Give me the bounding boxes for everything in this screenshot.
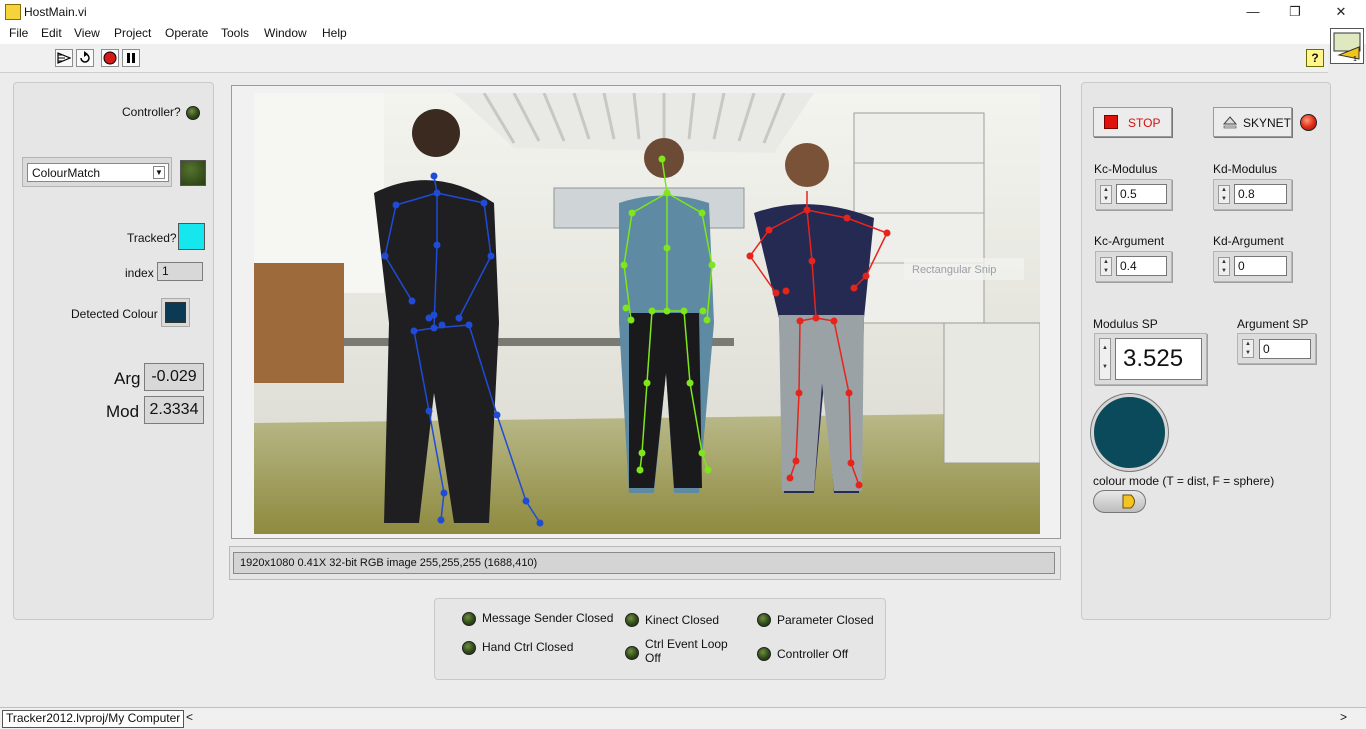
close-button[interactable]: ✕ xyxy=(1318,0,1364,24)
kd-argument-label: Kd-Argument xyxy=(1213,234,1284,248)
kinect-label: Kinect Closed xyxy=(645,613,720,627)
ctrl-event-loop-led xyxy=(625,646,639,660)
run-continuously-icon xyxy=(80,51,90,63)
kc-argument-input[interactable]: 0.4 xyxy=(1116,256,1167,276)
scroll-right-icon[interactable]: > xyxy=(1340,710,1347,724)
kc-modulus-label: Kc-Modulus xyxy=(1094,162,1158,176)
menu-help[interactable]: Help xyxy=(322,26,347,40)
context-help-button[interactable]: ? xyxy=(1306,49,1324,67)
abort-button[interactable] xyxy=(101,49,119,67)
minimize-button[interactable]: — xyxy=(1230,0,1276,24)
hand-ctrl-label: Hand Ctrl Closed xyxy=(482,640,574,654)
ctrl-event-loop-label-2: Off xyxy=(645,651,661,665)
modulus-sp-spinner[interactable]: ▲ ▼ xyxy=(1099,338,1111,380)
kc-modulus-spinner[interactable]: ▲ ▼ xyxy=(1100,185,1112,204)
snip-overlay-text: Rectangular Snip xyxy=(912,264,996,276)
run-continuously-button[interactable] xyxy=(76,49,94,67)
scroll-left-icon[interactable]: < xyxy=(186,710,193,724)
detected-colour-frame xyxy=(161,298,190,327)
controller-off-label: Controller Off xyxy=(777,647,849,661)
mod-label: Mod xyxy=(106,402,140,421)
window-title: HostMain.vi xyxy=(24,5,87,19)
mod-indicator: 2.3334 xyxy=(144,396,204,424)
parameter-label: Parameter Closed xyxy=(777,613,874,627)
argument-sp-label: Argument SP xyxy=(1237,317,1309,331)
menu-window[interactable]: Window xyxy=(264,26,307,40)
eject-icon xyxy=(1223,116,1237,129)
skeleton-scene: Rectangular Snip xyxy=(254,93,1040,534)
mode-ring-value: ColourMatch xyxy=(32,166,101,180)
stop-square-icon xyxy=(1104,115,1118,129)
kinect-image-display[interactable]: Rectangular Snip xyxy=(254,93,1040,534)
arg-indicator: -0.029 xyxy=(144,363,204,391)
pause-icon xyxy=(127,53,135,63)
tracked-label: Tracked? xyxy=(127,231,177,245)
controller-off-led xyxy=(757,647,771,661)
abort-icon xyxy=(103,51,117,65)
message-sender-led xyxy=(462,612,476,626)
modulus-sp-input[interactable]: 3.525 xyxy=(1115,338,1202,380)
kd-argument-input[interactable]: 0 xyxy=(1234,256,1287,276)
tracked-indicator xyxy=(178,223,205,250)
svg-text:1: 1 xyxy=(1353,56,1357,63)
menu-operate[interactable]: Operate xyxy=(165,26,208,40)
run-arrow-icon xyxy=(57,52,71,64)
kc-argument-label: Kc-Argument xyxy=(1094,234,1165,248)
menu-project[interactable]: Project xyxy=(114,26,151,40)
toggle-knob-icon xyxy=(1122,494,1135,509)
kc-modulus-input[interactable]: 0.5 xyxy=(1116,184,1167,204)
detected-colour-swatch xyxy=(165,302,186,323)
stop-button-label: STOP xyxy=(1128,116,1161,130)
detected-colour-label: Detected Colour xyxy=(71,307,158,321)
argument-sp-input[interactable]: 0 xyxy=(1259,339,1311,359)
kd-modulus-input[interactable]: 0.8 xyxy=(1234,184,1287,204)
colour-mode-toggle[interactable] xyxy=(1093,490,1146,513)
menu-edit[interactable]: Edit xyxy=(41,26,62,40)
ctrl-event-loop-label: Ctrl Event Loop xyxy=(645,637,728,651)
skynet-button-label: SKYNET xyxy=(1243,116,1292,130)
bottom-status-bar: Tracker2012.lvproj/My Computer < > xyxy=(0,707,1366,729)
colour-mode-label: colour mode (T = dist, F = sphere) xyxy=(1093,474,1275,488)
mode-ring-control[interactable]: ColourMatch ▼ xyxy=(27,163,169,182)
skynet-button[interactable]: SKYNET xyxy=(1213,107,1292,137)
index-label: index xyxy=(125,266,154,280)
kd-modulus-spinner[interactable]: ▲ ▼ xyxy=(1218,185,1230,204)
app-icon xyxy=(5,4,21,20)
kd-modulus-label: Kd-Modulus xyxy=(1213,162,1278,176)
modulus-sp-label: Modulus SP xyxy=(1093,317,1158,331)
controller-label: Controller? xyxy=(122,105,181,119)
message-sender-label: Message Sender Closed xyxy=(482,611,614,625)
pause-button[interactable] xyxy=(122,49,140,67)
vi-connector-icon: 1 xyxy=(1330,28,1364,64)
hand-ctrl-led xyxy=(462,641,476,655)
index-indicator: 1 xyxy=(157,262,203,281)
stop-button[interactable]: STOP xyxy=(1093,107,1172,137)
argument-sp-spinner[interactable]: ▲ ▼ xyxy=(1242,339,1254,358)
title-bar: HostMain.vi — ❐ ✕ xyxy=(0,0,1366,24)
menu-view[interactable]: View xyxy=(74,26,100,40)
image-info-bar: 1920x1080 0.41X 32-bit RGB image 255,255… xyxy=(233,552,1055,574)
skynet-led xyxy=(1300,114,1317,131)
toolbar xyxy=(0,44,1328,73)
arg-label: Arg xyxy=(114,369,141,388)
colour-sphere-indicator xyxy=(1091,394,1168,471)
menu-file[interactable]: File xyxy=(9,26,28,40)
restore-button[interactable]: ❐ xyxy=(1272,0,1318,24)
kinect-led xyxy=(625,613,639,627)
parameter-led xyxy=(757,613,771,627)
menu-bar: File Edit View Project Operate Tools Win… xyxy=(0,24,1366,44)
controller-led xyxy=(186,106,200,120)
run-button[interactable] xyxy=(55,49,73,67)
chevron-down-icon[interactable]: ▼ xyxy=(153,166,165,179)
kc-argument-spinner[interactable]: ▲ ▼ xyxy=(1100,257,1112,276)
project-path: Tracker2012.lvproj/My Computer xyxy=(2,710,185,728)
kd-argument-spinner[interactable]: ▲ ▼ xyxy=(1218,257,1230,276)
mode-ok-led xyxy=(180,160,206,186)
menu-tools[interactable]: Tools xyxy=(221,26,249,40)
